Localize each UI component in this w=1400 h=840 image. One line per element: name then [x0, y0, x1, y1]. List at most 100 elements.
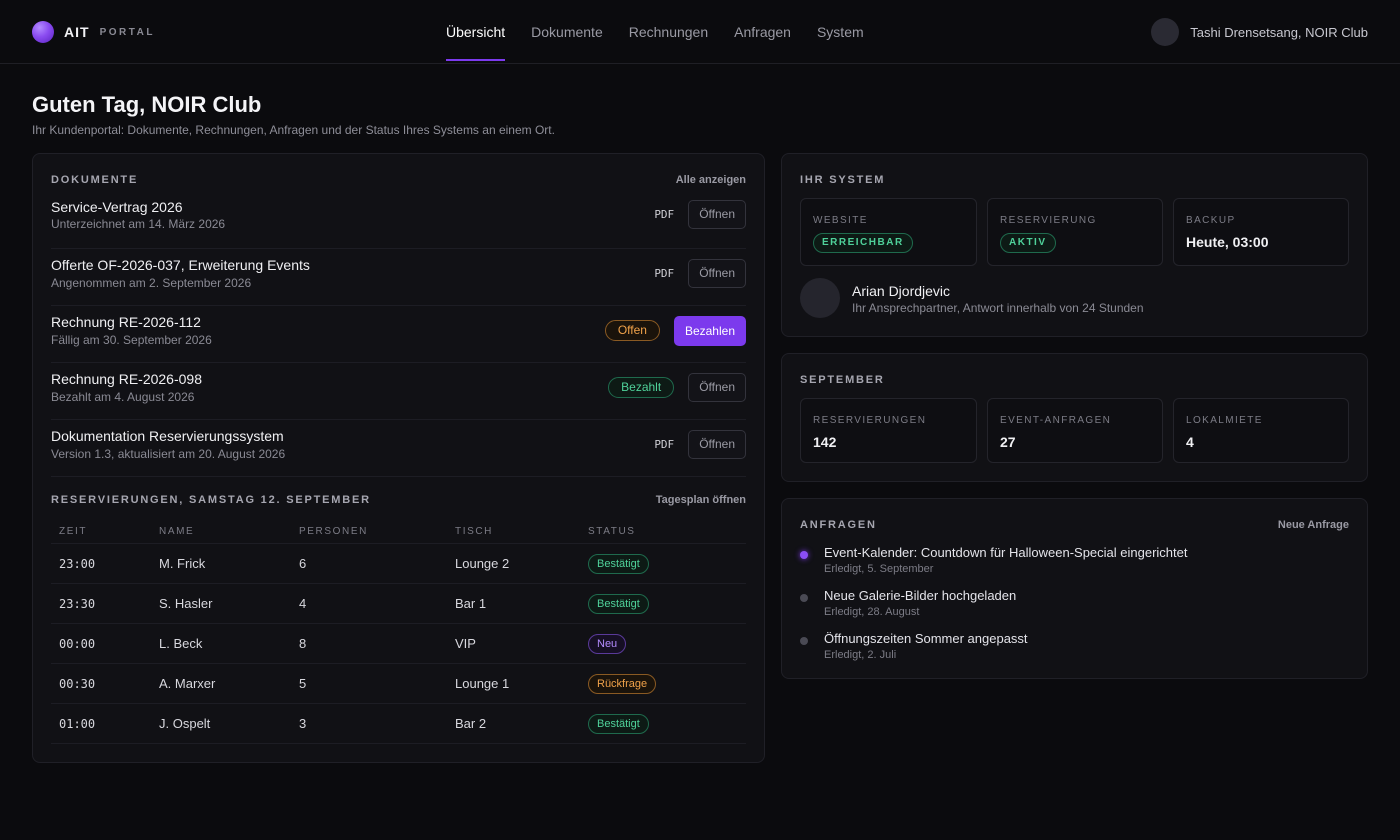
nav-item-dokumente[interactable]: Dokumente: [531, 0, 603, 64]
avatar: [1151, 18, 1180, 46]
document-actions: Bezahlt Öffnen: [608, 373, 746, 402]
nav-item-system[interactable]: System: [817, 0, 864, 64]
document-actions: PDF Öffnen: [654, 430, 746, 459]
nav-item-anfragen[interactable]: Anfragen: [734, 0, 791, 64]
request-subtitle: Erledigt, 28. August: [824, 606, 920, 618]
month-title: SEPTEMBER: [800, 374, 885, 386]
stat-tile: EVENT-ANFRAGEN 27: [987, 398, 1163, 463]
status-badge: Offen: [604, 320, 660, 341]
cell-persons: 6: [299, 556, 307, 571]
tile-label: RESERVIERUNG: [1000, 215, 1097, 226]
tile-value: 142: [813, 434, 837, 450]
backup-tile: BACKUP Heute, 03:00: [1173, 198, 1349, 266]
document-subtitle: Angenommen am 2. September 2026: [51, 276, 252, 290]
brand[interactable]: AIT PORTAL: [32, 21, 155, 43]
document-title: Rechnung RE-2026-112: [51, 314, 201, 330]
tile-label: WEBSITE: [813, 215, 868, 226]
document-actions: Offen Bezahlen: [604, 315, 746, 346]
tile-label: RESERVIERUNGEN: [813, 415, 927, 426]
show-all-documents-link[interactable]: Alle anzeigen: [676, 174, 746, 186]
cell-table: VIP: [455, 636, 476, 651]
tile-label: BACKUP: [1186, 215, 1236, 226]
open-button[interactable]: Öffnen: [688, 373, 746, 402]
document-row: Dokumentation Reservierungssystem Versio…: [51, 420, 746, 477]
stat-tile: RESERVIERUNGEN 142: [800, 398, 977, 463]
column-header: STATUS: [588, 526, 636, 537]
pdf-tag: PDF: [654, 438, 675, 451]
user-menu[interactable]: Tashi Drensetsang, NOIR Club: [1151, 18, 1368, 46]
cell-name: M. Frick: [159, 556, 206, 571]
status-dot-icon: [800, 551, 808, 559]
nav-item-rechnungen[interactable]: Rechnungen: [629, 0, 708, 64]
pay-button[interactable]: Bezahlen: [673, 315, 746, 346]
reservations-table: ZEIT NAME PERSONEN TISCH STATUS 23:00 M.…: [33, 526, 766, 746]
document-title: Offerte OF-2026-037, Erweiterung Events: [51, 257, 310, 273]
tile-value: 27: [1000, 434, 1016, 450]
month-stats-card: SEPTEMBER RESERVIERUNGEN 142 EVENT-ANFRA…: [781, 353, 1368, 482]
request-item[interactable]: Öffnungszeiten Sommer angepasst Erledigt…: [800, 631, 1360, 671]
cell-name: L. Beck: [159, 636, 203, 651]
open-button[interactable]: Öffnen: [688, 200, 746, 229]
document-actions: PDF Öffnen: [654, 200, 746, 229]
request-title: Event-Kalender: Countdown für Halloween-…: [824, 545, 1188, 560]
status-badge: Bestätigt: [588, 714, 649, 734]
tile-label: LOKALMIETE: [1186, 415, 1263, 426]
contact-name: Arian Djordjevic: [852, 283, 951, 299]
new-request-link[interactable]: Neue Anfrage: [1278, 519, 1349, 531]
table-row[interactable]: 23:30 S. Hasler 4 Bar 1 Bestätigt: [51, 584, 746, 624]
documents-card: DOKUMENTE Alle anzeigen Service-Vertrag …: [32, 153, 765, 763]
document-title: Service-Vertrag 2026: [51, 199, 183, 215]
request-title: Neue Galerie-Bilder hochgeladen: [824, 588, 1017, 603]
cell-persons: 5: [299, 676, 307, 691]
column-header: PERSONEN: [299, 526, 368, 537]
brand-sub: PORTAL: [99, 26, 155, 38]
main-nav: Übersicht Dokumente Rechnungen Anfragen …: [446, 0, 890, 64]
table-header: ZEIT NAME PERSONEN TISCH STATUS: [51, 526, 746, 544]
document-row: Rechnung RE-2026-098 Bezahlt am 4. Augus…: [51, 363, 746, 420]
page-title: Guten Tag, NOIR Club: [32, 92, 262, 117]
request-item[interactable]: Neue Galerie-Bilder hochgeladen Erledigt…: [800, 588, 1360, 628]
cell-table: Bar 2: [455, 716, 487, 731]
column-header: ZEIT: [59, 526, 88, 537]
status-dot-icon: [800, 637, 808, 645]
status-badge: Rückfrage: [588, 674, 657, 694]
avatar: [800, 278, 840, 318]
column-header: NAME: [159, 526, 195, 537]
reservations-title: RESERVIERUNGEN, SAMSTAG 12. SEPTEMBER: [51, 494, 371, 506]
document-row: Offerte OF-2026-037, Erweiterung Events …: [51, 249, 746, 306]
status-badge: Bezahlt: [608, 377, 675, 398]
table-row[interactable]: 00:00 L. Beck 8 VIP Neu: [51, 624, 746, 664]
requests-title: ANFRAGEN: [800, 519, 877, 531]
document-row: Rechnung RE-2026-112 Fällig am 30. Septe…: [51, 306, 746, 363]
open-button[interactable]: Öffnen: [688, 259, 746, 288]
document-title: Dokumentation Reservierungssystem: [51, 428, 284, 444]
cell-time: 00:00: [59, 637, 96, 651]
open-button[interactable]: Öffnen: [688, 430, 746, 459]
cell-table: Lounge 1: [455, 676, 510, 691]
open-day-plan-link[interactable]: Tagesplan öffnen: [656, 494, 746, 506]
stat-tile: LOKALMIETE 4: [1173, 398, 1349, 463]
website-tile: WEBSITE ERREICHBAR: [800, 198, 977, 266]
cell-time: 01:00: [59, 717, 96, 731]
nav-item-uebersicht[interactable]: Übersicht: [446, 0, 506, 64]
status-dot-icon: [800, 594, 808, 602]
cell-name: S. Hasler: [159, 596, 213, 611]
document-subtitle: Version 1.3, aktualisiert am 20. August …: [51, 447, 286, 461]
request-item[interactable]: Event-Kalender: Countdown für Halloween-…: [800, 545, 1360, 585]
request-title: Öffnungszeiten Sommer angepasst: [824, 631, 1028, 646]
status-badge: ERREICHBAR: [813, 233, 913, 253]
document-title: Rechnung RE-2026-098: [51, 371, 202, 387]
document-subtitle: Fällig am 30. September 2026: [51, 333, 212, 347]
system-card: IHR SYSTEM WEBSITE ERREICHBAR RESERVIERU…: [781, 153, 1368, 337]
user-name: Tashi Drensetsang, NOIR Club: [1190, 24, 1368, 40]
table-row[interactable]: 23:00 M. Frick 6 Lounge 2 Bestätigt: [51, 544, 746, 584]
cell-time: 00:30: [59, 677, 96, 691]
table-row[interactable]: 01:00 J. Ospelt 3 Bar 2 Bestätigt: [51, 704, 746, 744]
page-subtitle: Ihr Kundenportal: Dokumente, Rechnungen,…: [32, 123, 555, 137]
pdf-tag: PDF: [654, 267, 675, 280]
document-subtitle: Unterzeichnet am 14. März 2026: [51, 217, 226, 231]
table-row[interactable]: 00:30 A. Marxer 5 Lounge 1 Rückfrage: [51, 664, 746, 704]
cell-persons: 8: [299, 636, 307, 651]
status-badge: AKTIV: [1000, 233, 1056, 253]
cell-persons: 4: [299, 596, 307, 611]
